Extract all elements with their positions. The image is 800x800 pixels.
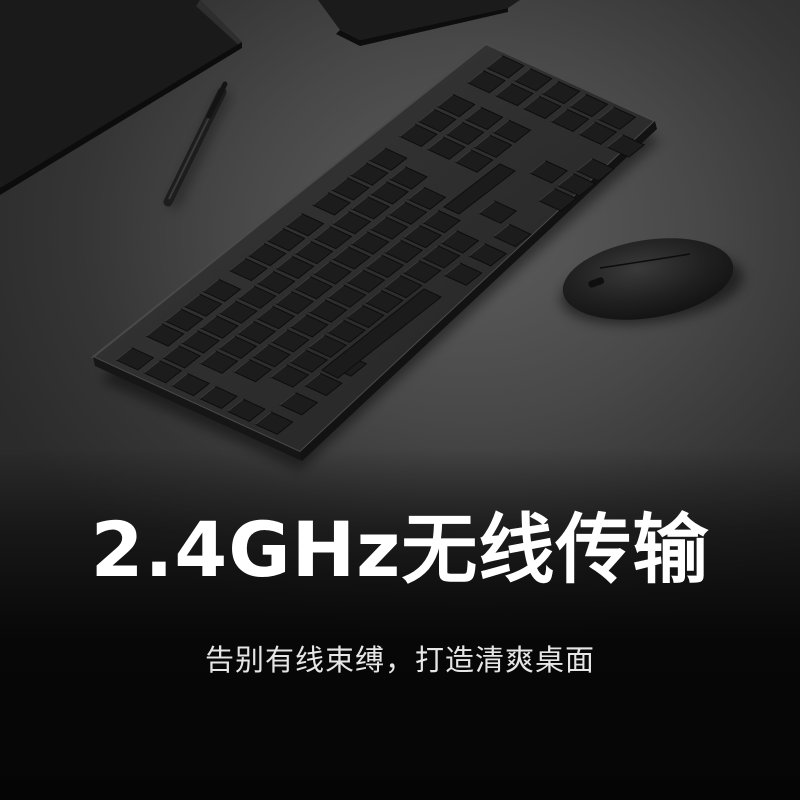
mouse	[560, 238, 744, 325]
headline: 2.4GHz无线传输	[90, 505, 710, 594]
product-photo: 2.4GHz无线传输 告别有线束缚，打造清爽桌面	[0, 0, 800, 800]
pen	[163, 81, 232, 210]
subheadline: 告别有线束缚，打造清爽桌面	[204, 643, 595, 677]
monitor-foot	[318, 0, 520, 46]
monitor-stand	[0, 0, 242, 195]
